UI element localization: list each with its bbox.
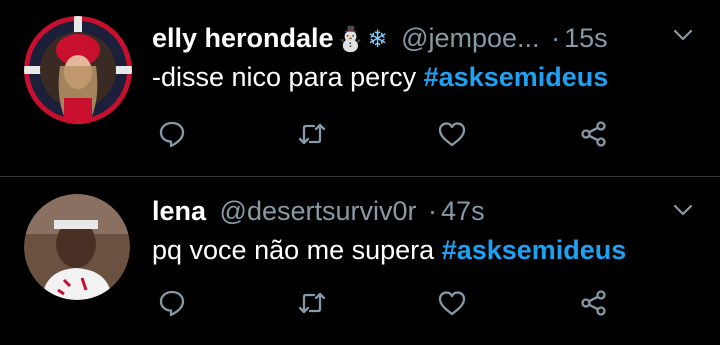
avatar[interactable] (24, 16, 132, 124)
hashtag-link[interactable]: #asksemideus (442, 235, 627, 265)
reply-icon (159, 290, 185, 317)
display-name[interactable]: lena (152, 196, 206, 226)
tweet-body: pq voce não me supera (152, 235, 442, 265)
action-bar (152, 283, 632, 323)
username[interactable]: @jempoe... (401, 23, 539, 53)
avatar[interactable] (24, 194, 130, 300)
tweet-text: -disse nico para percy #asksemideus (152, 60, 608, 94)
snowman-icon: ⛄ (335, 26, 366, 53)
share-icon (581, 121, 606, 147)
tweet-text: pq voce não me supera #asksemideus (152, 233, 626, 267)
share-button[interactable] (574, 283, 614, 323)
share-button[interactable] (574, 114, 614, 154)
action-bar (152, 114, 632, 154)
like-button[interactable] (432, 283, 472, 323)
tweet[interactable]: elly herondale⛄❄ @jempoe... · 15s -disse … (0, 0, 720, 176)
tweet-body: -disse nico para percy (152, 62, 424, 92)
retweet-button[interactable] (292, 283, 332, 323)
tweet-header: elly herondale⛄❄ @jempoe... · 15s (152, 22, 608, 56)
reply-button[interactable] (152, 283, 192, 323)
snowflake-icon: ❄ (367, 26, 388, 53)
share-icon (581, 290, 606, 316)
separator-dot: · (428, 196, 438, 226)
like-icon (438, 291, 466, 316)
separator-dot: · (551, 23, 561, 53)
retweet-icon (298, 292, 326, 314)
like-button[interactable] (432, 114, 472, 154)
timestamp[interactable]: 15s (564, 23, 608, 53)
tweet[interactable]: lena @desertsurviv0r · 47s pq voce não me… (0, 177, 720, 345)
chevron-down-icon[interactable] (672, 24, 694, 46)
tweet-header: lena @desertsurviv0r · 47s (152, 195, 485, 227)
hashtag-link[interactable]: #asksemideus (424, 62, 609, 92)
like-icon (438, 122, 466, 147)
username[interactable]: @desertsurviv0r (220, 196, 417, 226)
reply-button[interactable] (152, 114, 192, 154)
retweet-icon (298, 123, 326, 145)
retweet-button[interactable] (292, 114, 332, 154)
reply-icon (159, 121, 185, 148)
timestamp[interactable]: 47s (441, 196, 485, 226)
chevron-down-icon[interactable] (672, 199, 694, 221)
display-name[interactable]: elly herondale (152, 23, 334, 53)
